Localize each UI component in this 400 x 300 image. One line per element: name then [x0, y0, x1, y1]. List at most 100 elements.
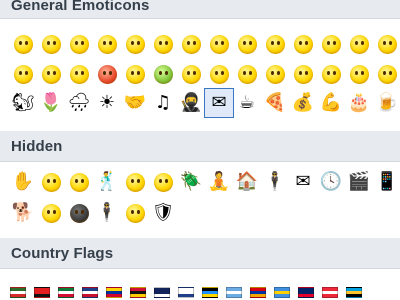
emoticon-drunk-man[interactable]: 🕺: [93, 168, 121, 196]
emoticon-house[interactable]: 🏠: [233, 168, 261, 196]
blush-face-icon: [321, 34, 341, 54]
emoticon-mooning-face[interactable]: [121, 168, 149, 196]
emoticon-bug[interactable]: 🪲: [177, 168, 205, 196]
emoticon-dog[interactable]: 🐕: [9, 199, 37, 227]
emoticon-beer[interactable]: 🍺: [373, 89, 400, 117]
angel-face-icon: [125, 64, 145, 84]
flag-9[interactable]: [198, 280, 222, 300]
emoticon-phone[interactable]: 📱: [373, 168, 400, 196]
emoticon-big-smile-face[interactable]: [65, 30, 93, 58]
emoticon-sun[interactable]: ☀: [93, 89, 121, 117]
emoticon-music[interactable]: ♫: [149, 89, 177, 117]
flag-10[interactable]: [222, 280, 246, 300]
emoticon-man-standing[interactable]: 🕴: [261, 168, 289, 196]
emoticon-blush-face[interactable]: [317, 30, 345, 58]
sad-face-icon: [41, 34, 61, 54]
emoticon-thinking-face[interactable]: [345, 60, 373, 88]
emoticon-makeup-face[interactable]: [261, 60, 289, 88]
finger-hand-icon: ✋: [11, 171, 35, 192]
emoticon-hug-face[interactable]: [233, 60, 261, 88]
movie-icon: 🎬: [347, 171, 371, 192]
emoticon-thinking-face[interactable]: [149, 168, 177, 196]
emoticon-crying-face[interactable]: [177, 30, 205, 58]
tiger-face-icon: [125, 203, 145, 223]
section-title-general-emoticons: General Emoticons: [11, 0, 150, 14]
emoticon-tiger-face[interactable]: [121, 199, 149, 227]
emoticon-nerd-face[interactable]: [373, 60, 400, 88]
flag-11[interactable]: [246, 280, 270, 300]
flag-13[interactable]: [294, 280, 318, 300]
makeup-face-icon: [265, 64, 285, 84]
emoticon-clapping-face[interactable]: [317, 60, 345, 88]
emoticon-cool-face[interactable]: [93, 30, 121, 58]
flag-6[interactable]: [126, 280, 150, 300]
emoticon-cash[interactable]: 💰: [289, 89, 317, 117]
emoticon-kiss-face[interactable]: [261, 30, 289, 58]
coffee-icon: ☕: [238, 92, 256, 113]
emoticon-envy-face[interactable]: [149, 60, 177, 88]
emoticon-rain[interactable]: 🌧: [65, 89, 93, 117]
emoticon-movie[interactable]: 🎬: [345, 168, 373, 196]
flag-5[interactable]: [102, 280, 126, 300]
emoticon-mail-selected[interactable]: ✉: [204, 88, 234, 118]
emoticon-ninja[interactable]: 🥷: [177, 89, 205, 117]
emoticon-sleepy-face[interactable]: [373, 30, 400, 58]
ninja-icon: 🥷: [179, 92, 203, 113]
emoticon-wink-face[interactable]: [149, 30, 177, 58]
flag-7[interactable]: [150, 280, 174, 300]
emoticon-finger-hand[interactable]: ✋: [9, 168, 37, 196]
emoticon-dark-hero[interactable]: [65, 199, 93, 227]
emoticon-speechless-face[interactable]: [233, 30, 261, 58]
emoticon-clock[interactable]: 🕓: [317, 168, 345, 196]
emoticon-cake[interactable]: 🎂: [345, 89, 373, 117]
flag-14[interactable]: [318, 280, 342, 300]
emoticon-evil-grin-face[interactable]: [37, 60, 65, 88]
emoticon-smile-face[interactable]: [9, 30, 37, 58]
wink-face-icon: [153, 34, 173, 54]
sleepy-face-icon: [377, 34, 397, 54]
emoticon-yawn-face[interactable]: [65, 60, 93, 88]
devil-face-icon: [97, 64, 117, 84]
emoticon-bandit-face[interactable]: [37, 168, 65, 196]
emoticon-nerd-face-2[interactable]: [65, 168, 93, 196]
flag-2[interactable]: [30, 280, 54, 300]
man-standing-icon: 🕴: [263, 171, 287, 192]
emoticon-sad-face[interactable]: [37, 30, 65, 58]
yawn-face-icon: [69, 64, 89, 84]
emoticon-bear-face[interactable]: [205, 60, 233, 88]
emoticon-wait-face[interactable]: [177, 60, 205, 88]
emoticon-sweating-face[interactable]: [205, 30, 233, 58]
emoticon-soldier[interactable]: 🕴: [93, 199, 121, 227]
big-smile-face-icon: [69, 34, 89, 54]
emoticon-muscle[interactable]: 💪: [317, 89, 345, 117]
emoticon-wondering-face[interactable]: [345, 30, 373, 58]
flag-4[interactable]: [78, 280, 102, 300]
flag-6-icon: [130, 286, 146, 298]
flag-8[interactable]: [174, 280, 198, 300]
emoticon-inlove-face[interactable]: [9, 60, 37, 88]
flower-icon: 🌷: [39, 92, 63, 113]
phone-icon: 📱: [375, 171, 399, 192]
section-header-hidden: Hidden: [0, 131, 400, 162]
emoticon-coffee[interactable]: ☕: [233, 89, 261, 117]
emoticon-squirrel[interactable]: 🐿: [9, 89, 37, 117]
flag-15[interactable]: [342, 280, 366, 300]
flag-1[interactable]: [6, 280, 30, 300]
emoticon-shield-face[interactable]: 🛡: [149, 199, 177, 227]
dark-hero-icon: [69, 203, 89, 223]
emoticon-lie-down[interactable]: 🧘: [205, 168, 233, 196]
emoticon-flower[interactable]: 🌷: [37, 89, 65, 117]
flag-12[interactable]: [270, 280, 294, 300]
emoticon-envelope[interactable]: ✉: [289, 168, 317, 196]
emoticon-devil-face[interactable]: [93, 60, 121, 88]
emoticon-handshake[interactable]: 🤝: [121, 89, 149, 117]
emoticon-giggle-face[interactable]: [289, 60, 317, 88]
emoticon-angel-face[interactable]: [121, 60, 149, 88]
emoticon-surprised-face[interactable]: [121, 30, 149, 58]
cake-icon: 🎂: [347, 92, 371, 113]
emoticon-tongue-out-face[interactable]: [289, 30, 317, 58]
emoticon-pizza[interactable]: 🍕: [261, 89, 289, 117]
emoticon-hero-face[interactable]: [37, 199, 65, 227]
flag-3[interactable]: [54, 280, 78, 300]
flag-4-icon: [82, 286, 98, 298]
